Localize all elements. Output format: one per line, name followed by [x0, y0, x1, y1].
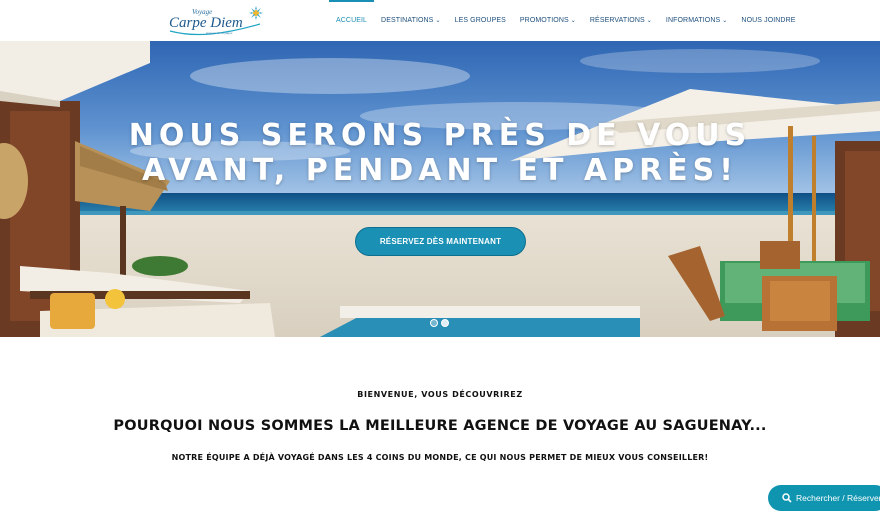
- nav-item-destinations[interactable]: DESTINATIONS ⌄: [374, 0, 448, 41]
- nav-item-nous-joindre[interactable]: NOUS JOINDRE: [734, 0, 802, 41]
- logo-image: Voyage Carpe Diem Agence de voyages: [169, 6, 263, 36]
- reserve-now-button[interactable]: RÉSERVEZ DÈS MAINTENANT: [355, 227, 526, 256]
- nav-label: DESTINATIONS: [381, 17, 434, 24]
- nav-item-reservations[interactable]: RÉSERVATIONS ⌄: [583, 0, 659, 41]
- hero-beach-image: [0, 41, 880, 337]
- nav-label: LES GROUPES: [454, 17, 506, 24]
- nav-label: ACCUEIL: [336, 17, 368, 24]
- search-icon: [782, 493, 792, 503]
- nav-label: INFORMATIONS: [665, 17, 721, 24]
- nav-item-les-groupes[interactable]: LES GROUPES: [448, 0, 513, 41]
- logo-tagline: Agence de voyages: [206, 31, 233, 35]
- slider-dot-2[interactable]: [441, 319, 449, 327]
- logo-sun-icon: [249, 6, 263, 20]
- nav-item-promotions[interactable]: PROMOTIONS ⌄: [513, 0, 583, 41]
- welcome-heading: POURQUOI NOUS SOMMES LA MEILLEURE AGENCE…: [113, 418, 767, 434]
- nav-label: RÉSERVATIONS: [589, 17, 645, 24]
- hero-title-line2: AVANT, PENDANT ET APRÈS!: [142, 153, 738, 188]
- slider-pagination: [430, 319, 449, 327]
- nav-label: PROMOTIONS: [519, 17, 569, 24]
- chevron-down-icon: ⌄: [722, 18, 728, 24]
- slider-dot-1[interactable]: [430, 319, 438, 327]
- site-header: Voyage Carpe Diem Agence de voyages ACCU…: [0, 0, 880, 41]
- search-reserve-button[interactable]: Rechercher / Réserver: [768, 485, 880, 511]
- search-reserve-label: Rechercher / Réserver: [796, 493, 880, 503]
- chevron-down-icon: ⌄: [570, 18, 576, 24]
- nav-item-accueil[interactable]: ACCUEIL: [329, 0, 375, 41]
- main-nav: ACCUEIL DESTINATIONS ⌄ LES GROUPES PROMO…: [329, 0, 803, 41]
- hero-title-line1: NOUS SERONS PRÈS DE VOUS: [128, 118, 752, 153]
- nav-item-informations[interactable]: INFORMATIONS ⌄: [659, 0, 735, 41]
- nav-label: NOUS JOINDRE: [741, 17, 796, 24]
- chevron-down-icon: ⌄: [646, 18, 652, 24]
- hero-slider: NOUS SERONS PRÈS DE VOUS AVANT, PENDANT …: [0, 41, 880, 337]
- welcome-subtext: NOTRE ÉQUIPE A DÉJÀ VOYAGÉ DANS LES 4 CO…: [171, 453, 709, 462]
- chevron-down-icon: ⌄: [435, 18, 441, 24]
- site-logo[interactable]: Voyage Carpe Diem Agence de voyages: [166, 4, 264, 36]
- welcome-kicker: BIENVENUE, VOUS DÉCOUVRIREZ: [357, 390, 523, 399]
- logo-main-text: Carpe Diem: [169, 15, 243, 31]
